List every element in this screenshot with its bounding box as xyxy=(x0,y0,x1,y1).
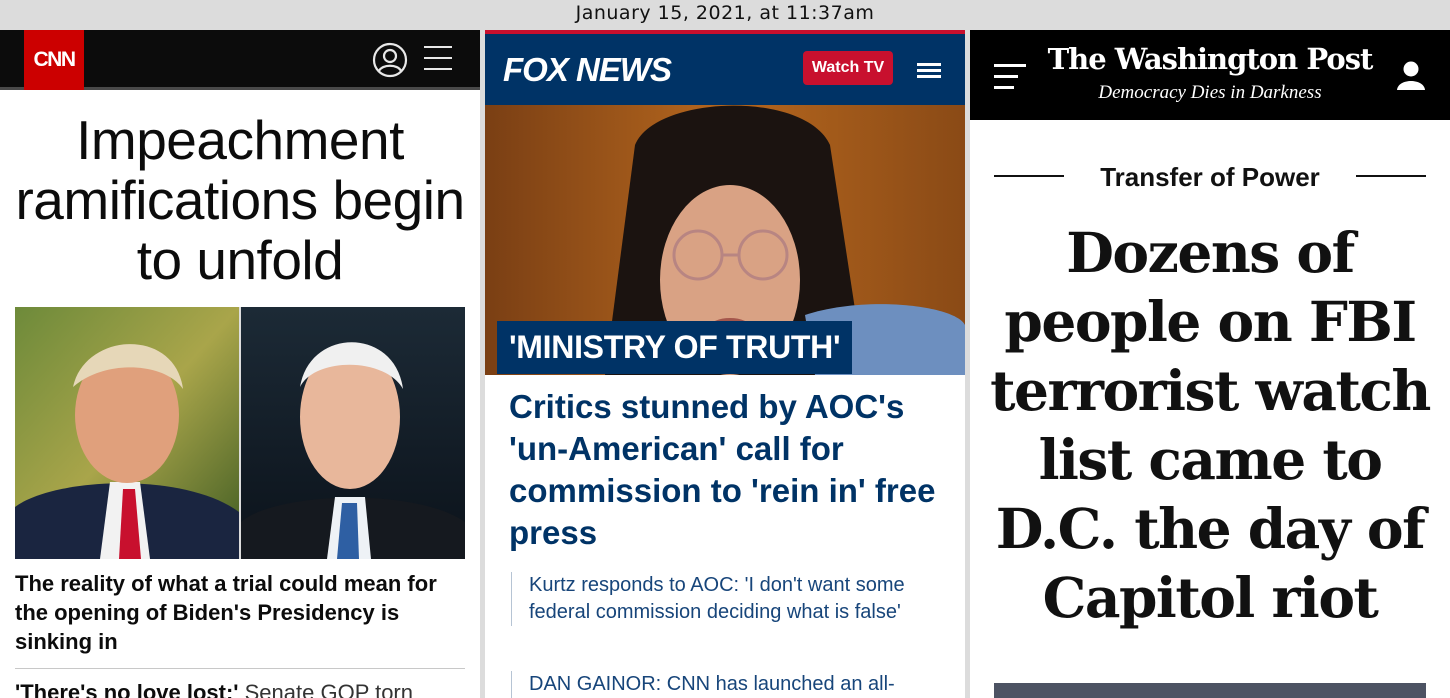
hamburger-menu-icon[interactable] xyxy=(917,63,941,79)
story-quote: 'There's no love lost:' xyxy=(15,680,239,698)
wapo-kicker[interactable]: Transfer of Power xyxy=(1070,160,1350,194)
washington-post-logo[interactable]: The Washington Post xyxy=(1030,40,1390,78)
wapo-panel: The Washington Post Democracy Dies in Da… xyxy=(970,30,1450,698)
fox-panel: FOX NEWS Watch TV 'MINISTRY OF TRUTH' Cr… xyxy=(485,30,965,698)
kicker-rule xyxy=(1356,175,1426,177)
fox-kicker-label: 'MINISTRY OF TRUTH' xyxy=(497,321,853,374)
user-icon[interactable] xyxy=(1394,58,1428,92)
hamburger-menu-icon[interactable] xyxy=(424,46,452,72)
fox-headline[interactable]: Critics stunned by AOC's 'un-American' c… xyxy=(509,386,949,554)
kicker-rule xyxy=(994,175,1064,177)
account-circle-icon[interactable] xyxy=(372,42,408,78)
wapo-tagline: Democracy Dies in Darkness xyxy=(1098,82,1322,103)
story-rest: Senate GOP torn xyxy=(238,680,413,698)
wapo-header: The Washington Post Democracy Dies in Da… xyxy=(970,30,1450,120)
screenshot-timestamp: January 15, 2021, at 11:37am xyxy=(0,0,1450,30)
divider xyxy=(15,668,465,669)
cnn-story-headline[interactable]: The reality of what a trial could mean f… xyxy=(15,569,465,656)
fox-related-link[interactable]: Kurtz responds to AOC: 'I don't want som… xyxy=(511,572,931,626)
fox-news-logo[interactable]: FOX NEWS xyxy=(503,52,672,88)
wapo-lead-photo[interactable] xyxy=(994,683,1426,698)
cnn-story-secondary[interactable]: 'There's no love lost:' Senate GOP torn xyxy=(15,678,475,698)
watch-tv-button[interactable]: Watch TV xyxy=(803,51,893,85)
fox-header: FOX NEWS Watch TV xyxy=(485,30,965,105)
cnn-logo[interactable]: CNN xyxy=(24,30,84,90)
cnn-headline[interactable]: Impeachment ramifications begin to unfol… xyxy=(10,110,470,290)
fox-related-link[interactable]: DAN GAINOR: CNN has launched an all- xyxy=(511,671,931,698)
hamburger-menu-icon[interactable] xyxy=(994,64,1026,90)
trump-biden-photo[interactable] xyxy=(15,307,465,559)
cnn-panel: CNN Impeachment ramifications begin to u… xyxy=(0,30,480,698)
cnn-header: CNN xyxy=(0,30,480,90)
wapo-headline[interactable]: Dozens of people on FBI terrorist watch … xyxy=(980,218,1440,632)
